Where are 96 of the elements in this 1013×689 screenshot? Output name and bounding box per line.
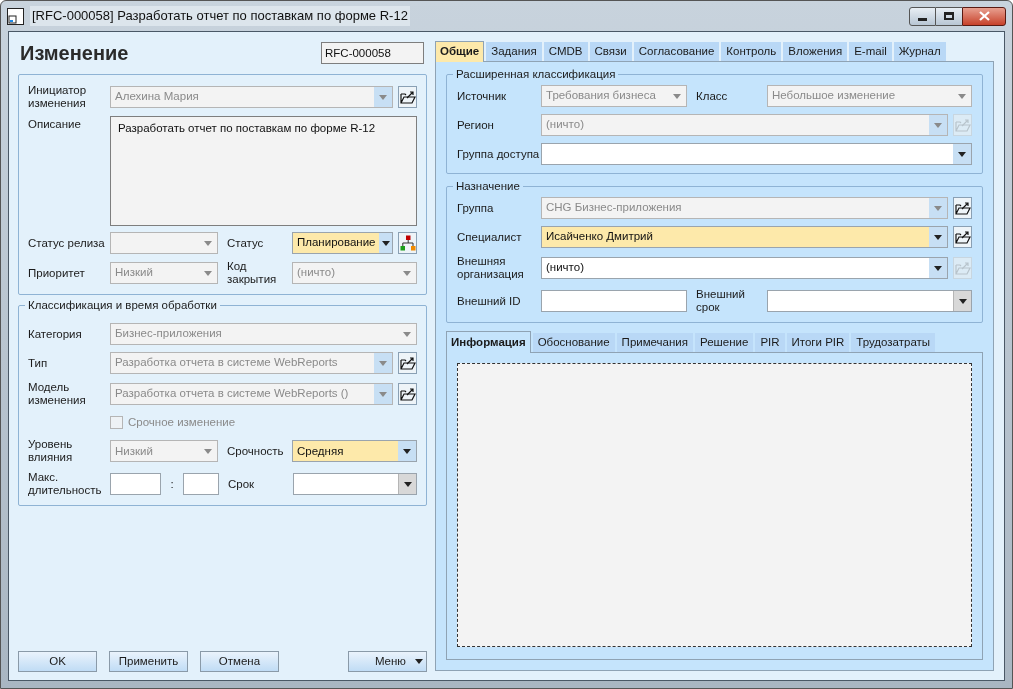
field-label: Внешняя организация — [457, 255, 525, 281]
caret-icon — [673, 93, 681, 99]
tab[interactable]: Примечания — [616, 333, 693, 352]
field-label: Код закрытия — [226, 260, 278, 286]
folder-arrow-icon — [954, 118, 971, 132]
number-field: RFC-000058 — [321, 42, 424, 64]
close-icon — [978, 11, 990, 21]
window-icon — [7, 7, 24, 25]
tab[interactable]: Решение — [695, 333, 754, 352]
field-label: Статус — [226, 236, 265, 250]
field-label: Модель изменения — [28, 381, 87, 407]
caret-icon — [379, 391, 387, 397]
tab[interactable]: Журнал — [893, 42, 946, 61]
menu-button[interactable]: Меню — [348, 651, 427, 672]
tab[interactable]: Согласование — [633, 42, 720, 61]
folder-arrow-icon — [954, 261, 971, 275]
dropdown-field[interactable] — [293, 473, 417, 496]
tab[interactable]: Связи — [589, 42, 632, 61]
caret-icon — [934, 205, 942, 211]
field-label: Срок — [227, 477, 256, 491]
field-label: Внешний ID — [457, 294, 522, 308]
caret-icon — [415, 659, 423, 664]
dropdown-field[interactable] — [767, 290, 972, 312]
dropdown-field[interactable]: Средняя — [292, 440, 417, 463]
field-label: Категория — [28, 327, 83, 341]
caret-icon — [379, 94, 387, 100]
caret-icon — [403, 448, 411, 454]
folder-arrow-icon — [954, 230, 971, 244]
tab[interactable]: Общие — [435, 41, 485, 62]
minutes-field[interactable] — [183, 473, 219, 496]
field-label: Класс — [695, 89, 729, 103]
tab[interactable]: Контроль — [721, 42, 782, 61]
field-label: Уровень влияния — [28, 438, 74, 465]
maximize-icon — [944, 12, 954, 20]
dialog-button[interactable]: Применить — [109, 651, 188, 672]
dropdown-field[interactable] — [541, 143, 972, 165]
tab[interactable]: E-mail — [849, 42, 892, 61]
folder-arrow-icon — [399, 356, 416, 370]
dialog-button[interactable]: Отмена — [200, 651, 279, 672]
field-label: Срочность — [226, 444, 285, 458]
field-label: Внешний срок — [695, 288, 746, 314]
folder-arrow-icon — [399, 90, 416, 104]
caret-icon — [958, 93, 966, 99]
group-title: Классификация и время обработки — [25, 298, 220, 312]
caret-icon — [934, 265, 942, 271]
minimize-button[interactable] — [909, 6, 936, 26]
field-label: Специалист — [457, 230, 523, 244]
field-label: Группа доступа — [457, 147, 541, 161]
tab[interactable]: Информация — [446, 331, 531, 353]
group-title: Назначение — [453, 179, 523, 193]
field-label: Описание — [28, 117, 82, 131]
hierarchy-icon — [399, 235, 416, 251]
caret-icon — [403, 270, 411, 276]
checkbox-label: Срочное изменение — [128, 415, 236, 430]
field-label: Тип — [28, 356, 49, 370]
field-label: Группа — [457, 201, 495, 215]
dropdown-field[interactable]: (ничто) — [541, 257, 948, 279]
tab[interactable]: PIR — [755, 333, 785, 352]
field-label: Инициатор изменения — [28, 84, 88, 110]
caret-icon — [958, 298, 967, 304]
group-title: Расширенная классификация — [453, 67, 619, 81]
caret-icon — [204, 448, 212, 454]
field-label: Макс. длительность — [28, 471, 103, 498]
text-field[interactable] — [541, 290, 687, 312]
field-label: Регион — [457, 118, 495, 132]
close-button[interactable] — [962, 6, 1006, 26]
dialog-button[interactable]: OK — [18, 651, 97, 672]
open-button[interactable] — [953, 226, 972, 248]
tab[interactable]: Итоги PIR — [786, 333, 850, 352]
caret-icon — [403, 481, 412, 487]
tab[interactable]: Задания — [486, 42, 542, 61]
tab[interactable]: CMDB — [543, 42, 588, 61]
dropdown-field[interactable]: Планирование — [292, 232, 393, 254]
field-label: Статус релиза — [28, 236, 106, 250]
field-label: Источник — [457, 89, 508, 103]
caret-icon — [381, 240, 390, 246]
caret-icon — [403, 331, 411, 337]
tab[interactable]: Обоснование — [532, 333, 615, 352]
tab[interactable]: Вложения — [783, 42, 848, 61]
field-label: Приоритет — [28, 266, 86, 280]
caret-icon — [958, 151, 966, 157]
tab[interactable]: Трудозатраты — [851, 333, 936, 352]
hours-field[interactable] — [110, 473, 161, 496]
time-separator: : — [169, 476, 175, 492]
window-title: [RFC-000058] Разработать отчет по поставкам по форме R-12 — [30, 6, 410, 26]
page-title: Изменение — [20, 41, 129, 66]
caret-icon — [934, 122, 942, 128]
dropdown-field[interactable]: Исайченко Дмитрий — [541, 226, 948, 248]
caret-icon — [204, 240, 212, 246]
folder-arrow-icon — [399, 387, 416, 401]
folder-arrow-icon — [954, 201, 971, 215]
minimize-icon — [918, 17, 927, 21]
caret-icon — [379, 360, 387, 366]
maximize-button[interactable] — [936, 6, 962, 26]
caret-icon — [934, 234, 942, 240]
caret-icon — [204, 270, 212, 276]
